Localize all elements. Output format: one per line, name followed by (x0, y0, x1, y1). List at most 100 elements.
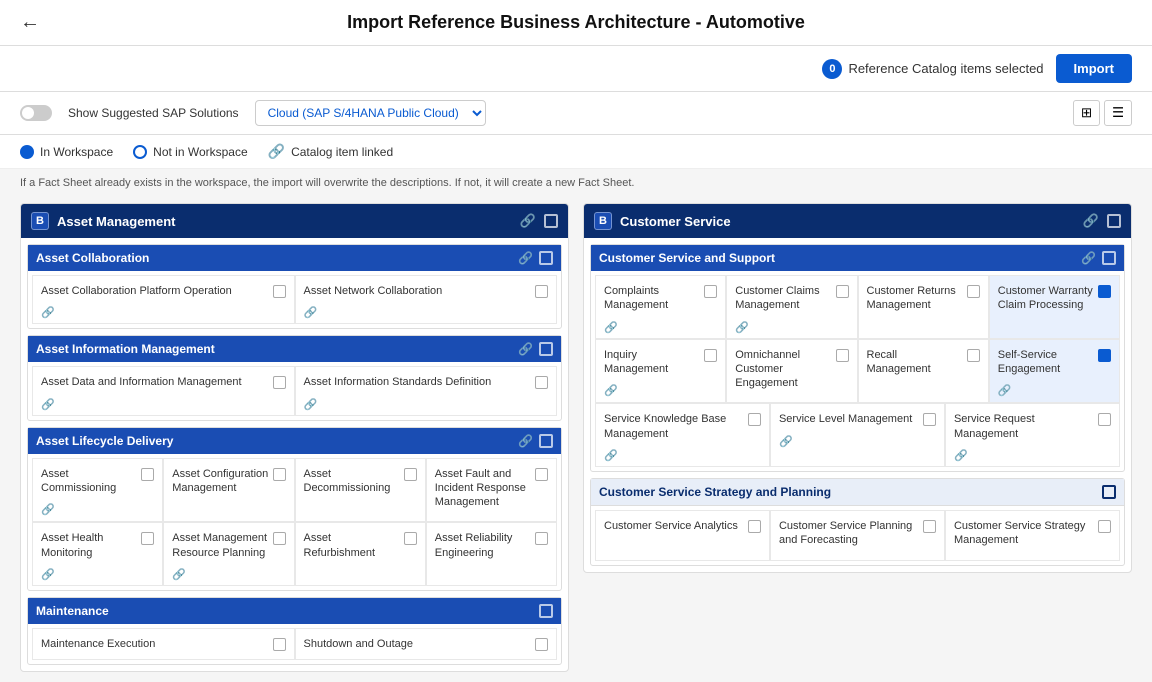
asset-info-items: Asset Data and Information Management 🔗 … (28, 362, 561, 419)
maintenance-checkbox[interactable] (539, 604, 553, 618)
item-checkbox[interactable] (404, 468, 417, 481)
item-checkbox[interactable] (967, 285, 980, 298)
cs-strategy-checkbox[interactable] (1102, 485, 1116, 499)
item-checkbox[interactable] (1098, 285, 1111, 298)
page-header: ← Import Reference Business Architecture… (0, 0, 1152, 46)
grid-view-button[interactable]: ⊞ (1073, 100, 1100, 126)
item-checkbox[interactable] (141, 468, 154, 481)
item-name: Customer Service Strategy Management (954, 519, 1094, 548)
item-link-icon[interactable]: 🔗 (735, 321, 749, 334)
item-checkbox[interactable] (273, 638, 286, 651)
item-link-icon[interactable]: 🔗 (998, 384, 1012, 397)
item-header: Self-Service Engagement (998, 348, 1111, 377)
asset-info-link-icon[interactable]: 🔗 (518, 342, 533, 356)
asset-lifecycle-link-icon[interactable]: 🔗 (518, 434, 533, 448)
item-checkbox[interactable] (967, 349, 980, 362)
item-checkbox[interactable] (1098, 349, 1111, 362)
item-link-icon[interactable]: 🔗 (41, 568, 55, 581)
left-column: B Asset Management 🔗 Asset Collaboration… (20, 203, 569, 672)
item-header: Customer Service Planning and Forecastin… (779, 519, 936, 548)
item-checkbox[interactable] (141, 532, 154, 545)
item-checkbox[interactable] (1098, 520, 1111, 533)
right-column: B Customer Service 🔗 Customer Service an… (583, 203, 1132, 672)
item-link-icon[interactable]: 🔗 (779, 435, 793, 448)
item-name: Asset Configuration Management (172, 467, 268, 496)
item-checkbox[interactable] (836, 349, 849, 362)
item-header: Customer Warranty Claim Processing (998, 284, 1111, 313)
asset-collab-link-icon[interactable]: 🔗 (518, 251, 533, 265)
item-link-icon[interactable]: 🔗 (41, 503, 55, 516)
asset-lifecycle-checkbox[interactable] (539, 434, 553, 448)
item-header: Asset Data and Information Management (41, 375, 286, 389)
item-header: Complaints Management (604, 284, 717, 313)
cs-strategy-items: Customer Service Analytics Customer Serv… (591, 506, 1124, 565)
list-item: Maintenance Execution (32, 628, 295, 660)
item-checkbox[interactable] (273, 376, 286, 389)
list-item: Customer Service Analytics (595, 510, 770, 561)
item-checkbox[interactable] (273, 285, 286, 298)
item-checkbox[interactable] (836, 285, 849, 298)
item-link-icon[interactable]: 🔗 (954, 449, 968, 462)
item-header: Asset Configuration Management (172, 467, 285, 496)
asset-header-checkbox[interactable] (544, 214, 558, 228)
item-checkbox[interactable] (535, 638, 548, 651)
item-checkbox[interactable] (535, 285, 548, 298)
item-checkbox[interactable] (1098, 413, 1111, 426)
maintenance-header: Maintenance (28, 598, 561, 624)
item-link-icon[interactable]: 🔗 (604, 449, 618, 462)
toggle-label: Show Suggested SAP Solutions (68, 106, 239, 120)
list-item: Asset Commissioning 🔗 (32, 458, 163, 523)
item-checkbox[interactable] (748, 413, 761, 426)
in-workspace-icon (20, 145, 34, 159)
cs-support-subsection: Customer Service and Support 🔗 Complaint… (590, 244, 1125, 472)
cs-support-checkbox[interactable] (1102, 251, 1116, 265)
main-content: B Asset Management 🔗 Asset Collaboration… (0, 193, 1152, 682)
controls-bar: Show Suggested SAP Solutions Cloud (SAP … (0, 92, 1152, 135)
item-name: Customer Claims Management (735, 284, 831, 313)
item-checkbox[interactable] (704, 285, 717, 298)
item-link-icon[interactable]: 🔗 (41, 398, 55, 411)
asset-lifecycle-header: Asset Lifecycle Delivery 🔗 (28, 428, 561, 454)
back-button[interactable]: ← (20, 11, 40, 34)
cs-header-checkbox[interactable] (1107, 214, 1121, 228)
asset-info-checkbox[interactable] (539, 342, 553, 356)
asset-collaboration-header: Asset Collaboration 🔗 (28, 245, 561, 271)
import-button[interactable]: Import (1056, 54, 1132, 83)
list-view-button[interactable]: ☰ (1104, 100, 1132, 126)
item-checkbox[interactable] (748, 520, 761, 533)
item-checkbox[interactable] (535, 376, 548, 389)
item-checkbox[interactable] (535, 468, 548, 481)
asset-link-icon[interactable]: 🔗 (520, 213, 536, 229)
item-link-icon[interactable]: 🔗 (604, 384, 618, 397)
item-name: Omnichannel Customer Engagement (735, 348, 831, 391)
item-header: Omnichannel Customer Engagement (735, 348, 848, 391)
item-checkbox[interactable] (923, 413, 936, 426)
item-checkbox[interactable] (923, 520, 936, 533)
item-checkbox[interactable] (404, 532, 417, 545)
asset-management-title: Asset Management (57, 214, 175, 229)
item-checkbox[interactable] (704, 349, 717, 362)
item-link-icon[interactable]: 🔗 (304, 306, 318, 319)
legend-bar: In Workspace Not in Workspace 🔗 Catalog … (0, 135, 1152, 169)
asset-lifecycle-items: Asset Commissioning 🔗 Asset Configuratio… (28, 454, 561, 590)
item-header: Asset Management Resource Planning (172, 531, 285, 560)
list-item: Asset Health Monitoring 🔗 (32, 522, 163, 586)
item-checkbox[interactable] (273, 532, 286, 545)
suggested-solutions-toggle[interactable] (20, 105, 52, 121)
item-checkbox[interactable] (273, 468, 286, 481)
cs-link-icon[interactable]: 🔗 (1083, 213, 1099, 229)
cloud-select[interactable]: Cloud (SAP S/4HANA Public Cloud) (255, 100, 486, 126)
cs-support-link-icon[interactable]: 🔗 (1081, 251, 1096, 265)
item-header: Customer Service Analytics (604, 519, 761, 533)
cs-support-actions: 🔗 (1081, 251, 1116, 265)
asset-lifecycle-subsection: Asset Lifecycle Delivery 🔗 Asset Commiss… (27, 427, 562, 591)
item-link-icon[interactable]: 🔗 (41, 306, 55, 319)
item-link-icon[interactable]: 🔗 (172, 568, 186, 581)
item-link-icon[interactable]: 🔗 (604, 321, 618, 334)
item-name: Asset Management Resource Planning (172, 531, 268, 560)
item-checkbox[interactable] (535, 532, 548, 545)
item-name: Asset Data and Information Management (41, 375, 269, 389)
item-link-icon[interactable]: 🔗 (304, 398, 318, 411)
asset-collab-checkbox[interactable] (539, 251, 553, 265)
list-item: Complaints Management 🔗 (595, 275, 726, 339)
